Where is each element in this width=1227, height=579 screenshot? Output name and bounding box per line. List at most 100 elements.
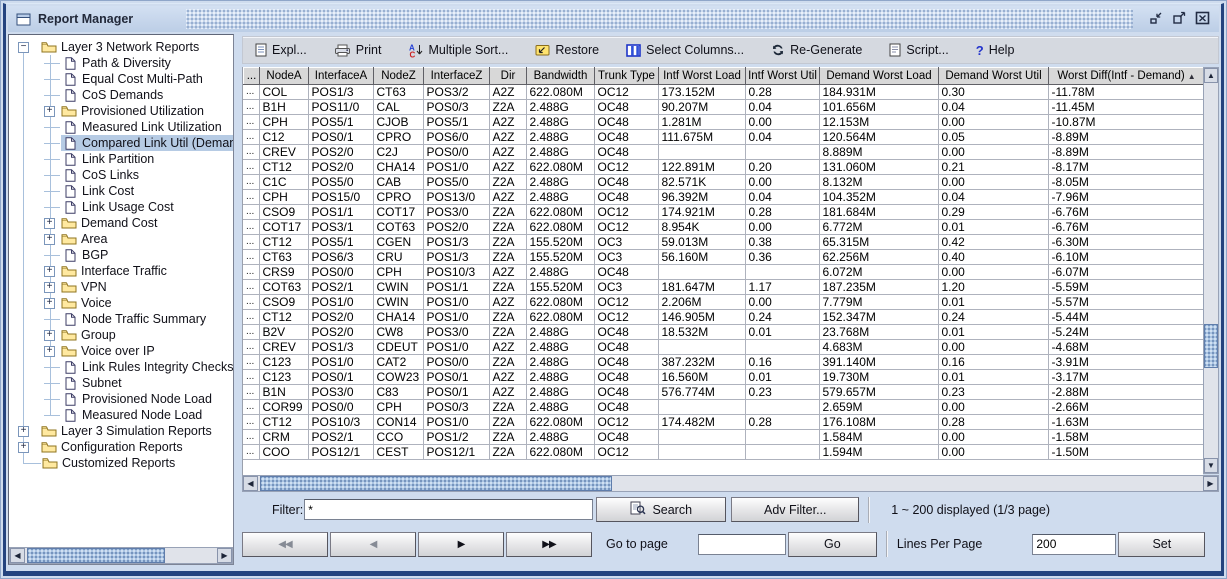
set-button[interactable]: Set	[1118, 532, 1205, 557]
scroll-left-icon[interactable]: ◀	[243, 476, 258, 491]
row-expand-button[interactable]: ...	[243, 220, 259, 235]
table-row[interactable]: ...CT12POS5/1CGENPOS1/3Z2A155.520MOC359.…	[243, 235, 1203, 250]
column-header-intf-worst-load[interactable]: Intf Worst Load	[659, 68, 746, 85]
go-to-page-input[interactable]	[698, 534, 786, 555]
minimize-icon[interactable]	[1147, 9, 1165, 27]
table-row[interactable]: ...CSO9POS1/1COT17POS3/0Z2A622.080MOC121…	[243, 205, 1203, 220]
tree-item-compared-link-util-deman[interactable]: Compared Link Util (Deman	[9, 135, 233, 151]
row-expand-button[interactable]: ...	[243, 85, 259, 100]
scrollbar-thumb[interactable]	[1204, 324, 1218, 368]
table-row[interactable]: ...C123POS0/1COW23POS0/1A2Z2.488GOC4816.…	[243, 370, 1203, 385]
row-expand-button[interactable]: ...	[243, 325, 259, 340]
toolbar-button-restore[interactable]: Restore	[535, 43, 599, 57]
row-expand-button[interactable]: ...	[243, 175, 259, 190]
table-row[interactable]: ...C12POS0/1CPROPOS6/0A2Z2.488GOC48111.6…	[243, 130, 1203, 145]
row-expand-button[interactable]: ...	[243, 145, 259, 160]
row-expand-button[interactable]: ...	[243, 415, 259, 430]
close-icon[interactable]	[1193, 9, 1211, 27]
tree-item-vpn[interactable]: +VPN	[9, 279, 233, 295]
table-row[interactable]: ...C1CPOS5/0CABPOS5/0Z2A2.488GOC4882.571…	[243, 175, 1203, 190]
row-expand-button[interactable]: ...	[243, 190, 259, 205]
column-header-bandwidth[interactable]: Bandwidth	[527, 68, 595, 85]
tree-item-measured-link-utilization[interactable]: Measured Link Utilization	[9, 119, 233, 135]
column-header-nodea[interactable]: NodeA	[260, 68, 309, 85]
row-expand-button[interactable]: ...	[243, 340, 259, 355]
table-row[interactable]: ...CT63POS6/3CRUPOS1/3Z2A155.520MOC356.1…	[243, 250, 1203, 265]
table-horizontal-scrollbar[interactable]: ◀ ▶	[242, 475, 1219, 492]
scroll-right-icon[interactable]: ▶	[1203, 476, 1218, 491]
row-expand-button[interactable]: ...	[243, 280, 259, 295]
first-page-button[interactable]: ◀◀	[242, 532, 328, 557]
tree-item-provisioned-utilization[interactable]: +Provisioned Utilization	[9, 103, 233, 119]
search-button[interactable]: Search	[596, 497, 726, 522]
row-expand-button[interactable]: ...	[243, 100, 259, 115]
row-expand-button[interactable]: ...	[243, 265, 259, 280]
tree-item-path-diversity[interactable]: Path & Diversity	[9, 55, 233, 71]
tree-expander-icon[interactable]: +	[44, 106, 55, 117]
column-header-nodez[interactable]: NodeZ	[374, 68, 424, 85]
table-row[interactable]: ...CREVPOS1/3CDEUTPOS1/0A2Z2.488GOC484.6…	[243, 340, 1203, 355]
row-expand-button[interactable]: ...	[243, 355, 259, 370]
row-expand-button[interactable]: ...	[243, 235, 259, 250]
tree-item-bgp[interactable]: BGP	[9, 247, 233, 263]
row-expand-button[interactable]: ...	[243, 445, 259, 460]
table-row[interactable]: ...CPHPOS5/1CJOBPOS5/1A2Z2.488GOC481.281…	[243, 115, 1203, 130]
tree-expander-icon[interactable]: +	[44, 330, 55, 341]
tree-expander-icon[interactable]: +	[44, 282, 55, 293]
tree-item-voice[interactable]: +Voice	[9, 295, 233, 311]
scrollbar-track[interactable]	[25, 548, 217, 563]
table-vertical-scrollbar[interactable]: ▲ ▼	[1203, 67, 1219, 474]
tree-item-customized-reports[interactable]: Customized Reports	[9, 455, 233, 471]
row-expand-button[interactable]: ...	[243, 295, 259, 310]
filter-input[interactable]	[304, 499, 593, 520]
tree-item-subnet[interactable]: Subnet	[9, 375, 233, 391]
column-header-interfacez[interactable]: InterfaceZ	[424, 68, 490, 85]
tree-expander-icon[interactable]: +	[44, 298, 55, 309]
tree-item-node-traffic-summary[interactable]: Node Traffic Summary	[9, 311, 233, 327]
tree-item-measured-node-load[interactable]: Measured Node Load	[9, 407, 233, 423]
table-row[interactable]: ...CPHPOS15/0CPROPOS13/0A2Z2.488GOC4896.…	[243, 190, 1203, 205]
tree-item-cos-links[interactable]: CoS Links	[9, 167, 233, 183]
table-row[interactable]: ...CT12POS2/0CHA14POS1/0Z2A622.080MOC121…	[243, 310, 1203, 325]
tree-item-link-usage-cost[interactable]: Link Usage Cost	[9, 199, 233, 215]
maximize-icon[interactable]	[1170, 9, 1188, 27]
tree-item-demand-cost[interactable]: +Demand Cost	[9, 215, 233, 231]
last-page-button[interactable]: ▶▶	[506, 532, 592, 557]
scroll-down-icon[interactable]: ▼	[1204, 458, 1218, 473]
scroll-left-icon[interactable]: ◀	[10, 548, 25, 563]
column-header-worst-diff-intf-demand[interactable]: Worst Diff(Intf - Demand)▲	[1049, 68, 1205, 85]
tree-item-link-cost[interactable]: Link Cost	[9, 183, 233, 199]
title-bar[interactable]: Report Manager	[8, 6, 1219, 32]
table-row[interactable]: ...B1NPOS3/0C83POS0/1A2Z2.488GOC48576.77…	[243, 385, 1203, 400]
table-row[interactable]: ...COT17POS3/1COT63POS2/0Z2A622.080MOC12…	[243, 220, 1203, 235]
tree-item-group[interactable]: +Group	[9, 327, 233, 343]
scrollbar-track[interactable]	[1204, 83, 1218, 458]
row-expand-button[interactable]: ...	[243, 310, 259, 325]
column-header-trunk-type[interactable]: Trunk Type	[595, 68, 659, 85]
tree-item-provisioned-node-load[interactable]: Provisioned Node Load	[9, 391, 233, 407]
tree-item-layer-3-simulation-reports[interactable]: +Layer 3 Simulation Reports	[9, 423, 233, 439]
tree-item-layer-3-network-reports[interactable]: −Layer 3 Network Reports	[9, 39, 233, 55]
tree-item-voice-over-ip[interactable]: +Voice over IP	[9, 343, 233, 359]
row-expand-button[interactable]: ...	[243, 160, 259, 175]
scrollbar-thumb[interactable]	[27, 548, 165, 563]
tree-item-link-partition[interactable]: Link Partition	[9, 151, 233, 167]
row-expand-button[interactable]: ...	[243, 400, 259, 415]
column-header-demand-worst-util[interactable]: Demand Worst Util	[939, 68, 1049, 85]
tree-item-equal-cost-multi-path[interactable]: Equal Cost Multi-Path	[9, 71, 233, 87]
table-row[interactable]: ...B1HPOS11/0CALPOS0/3Z2A2.488GOC4890.20…	[243, 100, 1203, 115]
tree-expander-icon[interactable]: +	[44, 218, 55, 229]
tree-item-link-rules-integrity-checks[interactable]: Link Rules Integrity Checks	[9, 359, 233, 375]
scrollbar-thumb[interactable]	[260, 476, 612, 491]
table-row[interactable]: ...CSO9POS1/0CWINPOS1/0A2Z622.080MOC122.…	[243, 295, 1203, 310]
column-header-item[interactable]: ...	[244, 68, 260, 85]
tree-horizontal-scrollbar[interactable]: ◀ ▶	[9, 547, 233, 564]
row-expand-button[interactable]: ...	[243, 385, 259, 400]
column-header-intf-worst-util[interactable]: Intf Worst Util	[746, 68, 820, 85]
lines-per-page-input[interactable]	[1032, 534, 1116, 555]
tree-item-area[interactable]: +Area	[9, 231, 233, 247]
table-row[interactable]: ...CREVPOS2/0C2JPOS0/0A2Z2.488GOC488.889…	[243, 145, 1203, 160]
row-expand-button[interactable]: ...	[243, 130, 259, 145]
column-header-dir[interactable]: Dir	[490, 68, 527, 85]
tree-item-interface-traffic[interactable]: +Interface Traffic	[9, 263, 233, 279]
